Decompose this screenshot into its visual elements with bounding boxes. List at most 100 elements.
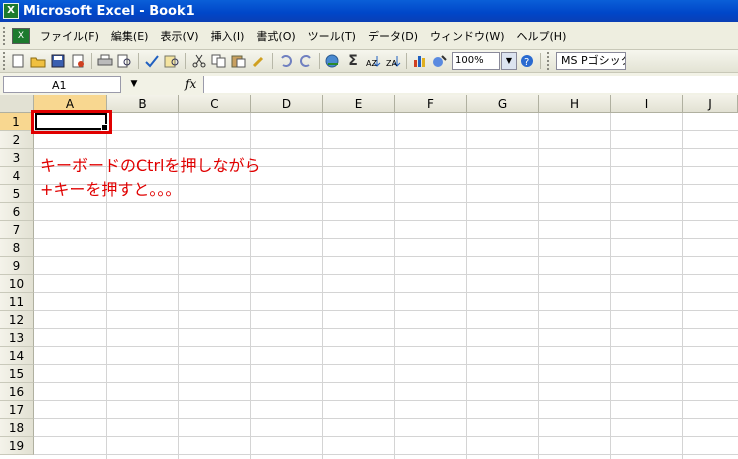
formula-input[interactable] <box>203 75 738 93</box>
menubar-grip[interactable] <box>3 26 8 45</box>
row-header-10[interactable]: 10 <box>0 275 34 293</box>
gridline-vertical <box>322 113 323 459</box>
row-header-4[interactable]: 4 <box>0 167 34 185</box>
menu-edit[interactable]: 編集(E) <box>105 28 155 44</box>
chart-wizard-icon[interactable] <box>412 53 428 69</box>
row-header-11[interactable]: 11 <box>0 293 34 311</box>
save-icon[interactable] <box>50 53 66 69</box>
row-header-6[interactable]: 6 <box>0 203 34 221</box>
toolbar-separator <box>540 53 541 69</box>
gridline-horizontal <box>34 292 738 293</box>
toolbar-grip[interactable] <box>3 52 8 70</box>
zoom-dropdown-icon[interactable]: ▼ <box>501 52 517 70</box>
column-header-g[interactable]: G <box>467 95 539 113</box>
column-header-b[interactable]: B <box>107 95 179 113</box>
gridline-horizontal <box>34 328 738 329</box>
row-header-8[interactable]: 8 <box>0 239 34 257</box>
toolbar-separator <box>319 53 320 69</box>
row-header-1[interactable]: 1 <box>0 113 34 131</box>
row-header-16[interactable]: 16 <box>0 383 34 401</box>
gridline-horizontal <box>34 364 738 365</box>
gridline-horizontal <box>34 202 738 203</box>
insert-function-icon[interactable]: fx <box>185 77 203 91</box>
gridline-horizontal <box>34 454 738 455</box>
annotation-line-1: キーボードのCtrlを押しながら <box>40 156 261 175</box>
redo-icon[interactable] <box>298 53 314 69</box>
new-icon[interactable] <box>10 53 26 69</box>
row-header-9[interactable]: 9 <box>0 257 34 275</box>
paste-icon[interactable] <box>231 53 247 69</box>
gridline-horizontal <box>34 274 738 275</box>
menu-format[interactable]: 書式(O) <box>250 28 301 44</box>
font-name-box[interactable]: MS Pゴシック <box>556 52 626 70</box>
column-header-e[interactable]: E <box>323 95 395 113</box>
row-header-2[interactable]: 2 <box>0 131 34 149</box>
row-header-5[interactable]: 5 <box>0 185 34 203</box>
column-header-d[interactable]: D <box>251 95 323 113</box>
menu-view[interactable]: 表示(V) <box>154 28 204 44</box>
help-icon[interactable]: ? <box>519 53 535 69</box>
highlight-box <box>31 110 112 134</box>
name-box[interactable]: A1 <box>3 75 121 93</box>
gridline-horizontal <box>34 238 738 239</box>
document-control-icon[interactable]: X <box>12 27 30 44</box>
undo-icon[interactable] <box>278 53 294 69</box>
row-header-3[interactable]: 3 <box>0 149 34 167</box>
sort-ascending-icon[interactable]: AZ <box>365 53 381 69</box>
format-painter-icon[interactable] <box>251 53 267 69</box>
zoom-box[interactable]: 100% <box>452 52 500 70</box>
print-preview-icon[interactable] <box>117 53 133 69</box>
spelling-icon[interactable] <box>144 53 160 69</box>
column-header-i[interactable]: I <box>611 95 683 113</box>
worksheet-grid[interactable]: ABCDEFGHIJ 1 2 3 4 5 6 7 8 9 10 11 12 13 14 15 16 17 18 19… <box>0 95 738 459</box>
formula-bar: A1 ▼ fx <box>0 73 738 96</box>
menu-data[interactable]: データ(D) <box>362 28 424 44</box>
permission-icon[interactable] <box>70 53 86 69</box>
gridline-vertical <box>394 113 395 459</box>
autosum-icon[interactable]: Σ <box>345 53 361 69</box>
hyperlink-icon[interactable] <box>325 53 341 69</box>
select-all-corner[interactable] <box>0 95 34 113</box>
name-box-dropdown-icon[interactable]: ▼ <box>123 76 145 93</box>
row-header-18[interactable]: 18 <box>0 419 34 437</box>
row-header-7[interactable]: 7 <box>0 221 34 239</box>
title-bar: X Microsoft Excel - Book1 <box>0 0 738 22</box>
row-header-13[interactable]: 13 <box>0 329 34 347</box>
sort-descending-icon[interactable]: ZA <box>385 53 401 69</box>
research-icon[interactable] <box>164 53 180 69</box>
column-header-j[interactable]: J <box>683 95 738 113</box>
gridline-horizontal <box>34 256 738 257</box>
annotation-line-2: +キーを押すと。。。 <box>40 180 182 199</box>
open-icon[interactable] <box>30 53 46 69</box>
menu-tools[interactable]: ツール(T) <box>302 28 362 44</box>
drawing-icon[interactable] <box>432 53 448 69</box>
column-header-c[interactable]: C <box>179 95 251 113</box>
row-header-12[interactable]: 12 <box>0 311 34 329</box>
gridline-horizontal <box>34 310 738 311</box>
cut-icon[interactable] <box>191 53 207 69</box>
copy-icon[interactable] <box>211 53 227 69</box>
row-header-19[interactable]: 19 <box>0 437 34 455</box>
row-header-15[interactable]: 15 <box>0 365 34 383</box>
menu-insert[interactable]: 挿入(I) <box>205 28 251 44</box>
menu-window[interactable]: ウィンドウ(W) <box>424 28 510 44</box>
row-header-14[interactable]: 14 <box>0 347 34 365</box>
print-icon[interactable] <box>97 53 113 69</box>
svg-text:?: ? <box>524 57 529 68</box>
gridline-vertical <box>610 113 611 459</box>
standard-toolbar: Σ AZ ZA 100% ▼ ? MS Pゴシック <box>0 50 738 73</box>
gridline-horizontal <box>34 148 738 149</box>
column-header-h[interactable]: H <box>539 95 611 113</box>
gridline-horizontal <box>34 220 738 221</box>
row-header-17[interactable]: 17 <box>0 401 34 419</box>
window-title: Microsoft Excel - Book1 <box>23 3 195 19</box>
gridline-vertical <box>538 113 539 459</box>
excel-app-icon[interactable]: X <box>3 3 19 19</box>
formatting-toolbar-grip[interactable] <box>547 52 552 70</box>
toolbar-separator <box>91 53 92 69</box>
svg-text:ZA: ZA <box>386 59 397 68</box>
gridline-vertical <box>466 113 467 459</box>
menu-help[interactable]: ヘルプ(H) <box>511 28 573 44</box>
menu-file[interactable]: ファイル(F) <box>34 28 105 44</box>
column-header-f[interactable]: F <box>395 95 467 113</box>
